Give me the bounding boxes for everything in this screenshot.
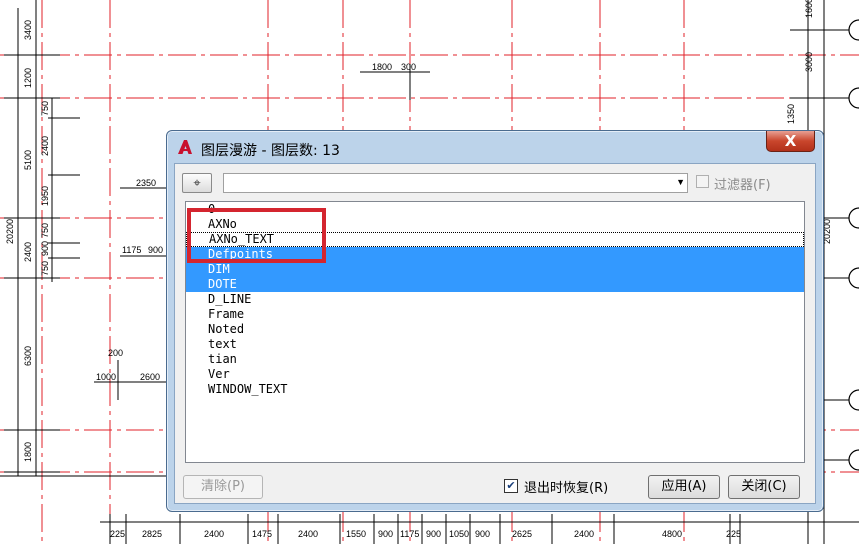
filter-combobox[interactable]: ▼: [223, 173, 688, 193]
restore-on-exit-checkbox[interactable]: ✔: [504, 479, 518, 493]
dim-text: 2600: [140, 372, 160, 382]
dim-text: 1200: [23, 68, 33, 88]
dim-text: 225: [726, 529, 741, 539]
layer-list-item[interactable]: AXNo_TEXT: [186, 232, 804, 247]
dim-text: 1600: [804, 0, 814, 18]
dim-text: 1000: [96, 372, 116, 382]
layer-list-item[interactable]: 0: [186, 202, 804, 217]
dim-text: 1800: [372, 62, 392, 72]
dim-text: 1950: [40, 186, 50, 206]
chevron-down-icon[interactable]: ▼: [676, 177, 685, 187]
dim-text: 20200: [5, 219, 15, 244]
layer-list-item[interactable]: DIM: [186, 262, 804, 277]
autocad-icon: [178, 140, 192, 154]
dim-text: 1350: [786, 104, 796, 124]
dim-text: 6300: [23, 346, 33, 366]
dim-text: 225: [110, 529, 125, 539]
filter-label: 过滤器(F): [714, 178, 771, 193]
dim-text: 2400: [574, 529, 594, 539]
dim-text: 2400: [23, 242, 33, 262]
dim-text: 900: [40, 241, 50, 256]
apply-button[interactable]: 应用(A): [648, 475, 720, 499]
layer-list-item[interactable]: Ver: [186, 367, 804, 382]
dim-text: 2350: [136, 178, 156, 188]
dim-text: 750: [40, 223, 50, 238]
layer-walk-dialog[interactable]: 图层漫游 - 图层数: 13 X ⌖ ▼ 过滤器(F) 0 AXNo AXNo_TE…: [166, 130, 824, 512]
dim-text: 2400: [204, 529, 224, 539]
dim-text: 1050: [449, 529, 469, 539]
close-button[interactable]: 关闭(C): [728, 475, 800, 499]
dim-text: 200: [108, 348, 123, 358]
dim-text: 900: [475, 529, 490, 539]
close-icon[interactable]: X: [766, 131, 815, 152]
layer-list-item[interactable]: D_LINE: [186, 292, 804, 307]
clear-button[interactable]: 清除(P): [183, 475, 263, 499]
dim-text: 3000: [804, 52, 814, 72]
dim-text: 300: [401, 62, 416, 72]
layer-list-item[interactable]: text: [186, 337, 804, 352]
dim-text: 2625: [512, 529, 532, 539]
layer-list-item[interactable]: Frame: [186, 307, 804, 322]
dim-text: 4800: [662, 529, 682, 539]
dim-text: 1175: [122, 245, 141, 255]
dim-text: 2400: [40, 136, 50, 156]
dim-text: 2400: [298, 529, 318, 539]
layer-list-item[interactable]: Noted: [186, 322, 804, 337]
dim-text: 2825: [142, 529, 162, 539]
filter-checkbox[interactable]: [696, 175, 709, 188]
dim-text: 1800: [23, 442, 33, 462]
dim-text: 750: [40, 261, 50, 276]
dialog-title: 图层漫游 - 图层数: 13: [201, 143, 340, 159]
axis-bubbles-right: [848, 19, 859, 471]
dim-text: 3400: [23, 20, 33, 40]
restore-on-exit-label: 退出时恢复(R): [524, 481, 609, 496]
dim-text: 1475: [252, 529, 272, 539]
dim-text: 1550: [346, 529, 366, 539]
dim-text: 5100: [23, 150, 33, 170]
dim-text: 900: [148, 245, 163, 255]
layer-list-item[interactable]: AXNo: [186, 217, 804, 232]
layer-list-item[interactable]: Defpoints: [186, 247, 804, 262]
dialog-client-area: ⌖ ▼ 过滤器(F) 0 AXNo AXNo_TEXT Defpoints DIM DOT…: [174, 163, 816, 504]
dim-text: 900: [426, 529, 441, 539]
dim-text: 1175: [400, 529, 419, 539]
dialog-titlebar[interactable]: 图层漫游 - 图层数: 13 X: [167, 131, 823, 165]
dim-text: 900: [378, 529, 393, 539]
layer-list-item[interactable]: DOTE: [186, 277, 804, 292]
layer-list-item[interactable]: tian: [186, 352, 804, 367]
layer-list[interactable]: 0 AXNo AXNo_TEXT Defpoints DIM DOTE D_LINE Fram…: [185, 201, 805, 463]
select-objects-button[interactable]: ⌖: [182, 173, 212, 193]
dim-text: 750: [40, 101, 50, 116]
layer-list-item[interactable]: WINDOW_TEXT: [186, 382, 804, 397]
